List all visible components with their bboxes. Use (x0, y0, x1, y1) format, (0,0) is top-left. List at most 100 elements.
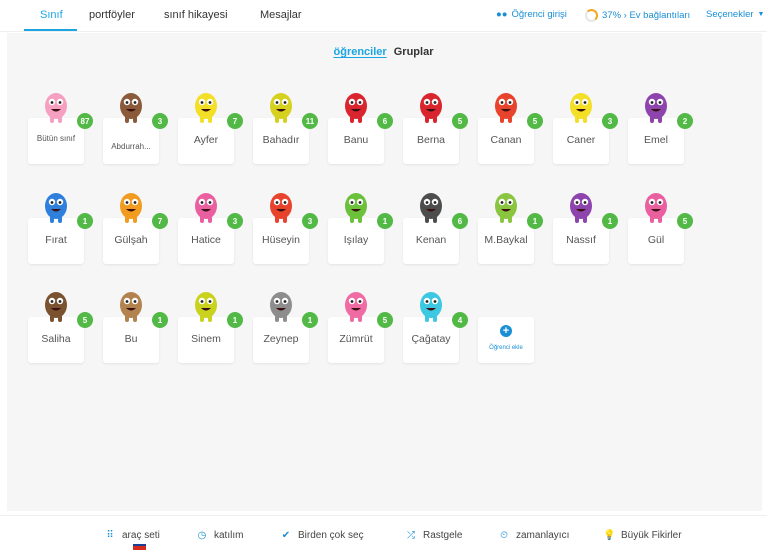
student-card[interactable]: Bütün sınıf (28, 118, 84, 164)
view-subtabs: öğrenciler Gruplar (0, 46, 767, 58)
student-card[interactable]: Emel (628, 118, 684, 164)
points-badge: 1 (152, 312, 168, 328)
student-name: Emel (644, 134, 668, 146)
student-name: Zeynep (263, 333, 299, 345)
top-nav: Sınıf portföyler sınıf hikayesi Mesajlar… (0, 0, 767, 32)
student-card[interactable]: Zümrüt (328, 317, 384, 363)
select-multiple-button[interactable]: ✔ Birden çok seç (280, 530, 364, 541)
monster-avatar-icon (120, 193, 142, 223)
monster-avatar-icon (345, 193, 367, 223)
big-ideas-button[interactable]: 💡 Büyük Fikirler (603, 530, 682, 541)
options-label: Seçenekler (706, 9, 754, 20)
bulb-icon: 💡 (603, 530, 616, 541)
student-name: Berna (416, 134, 446, 146)
student-name: Gül (647, 234, 665, 246)
monster-avatar-icon (195, 93, 217, 123)
grid-icon: ⠿ (106, 530, 114, 541)
tab-messages[interactable]: Mesajlar (260, 9, 302, 21)
student-card[interactable]: Hüseyin (253, 218, 309, 264)
student-name: Abdurrah... (111, 142, 151, 151)
random-button[interactable]: ⤮ Rastgele (405, 530, 462, 541)
student-card[interactable]: Canan (478, 118, 534, 164)
points-badge: 5 (452, 113, 468, 129)
options-dropdown[interactable]: Seçenekler ▼ (706, 9, 764, 20)
student-card[interactable]: Gülşah (103, 218, 159, 264)
home-connections-link[interactable]: 37% › Ev bağlantıları (585, 9, 690, 22)
student-name: Nassıf (566, 234, 596, 246)
add-student-label: Öğrenci ekle (489, 345, 523, 351)
monster-avatar-icon (195, 193, 217, 223)
student-card[interactable]: Zeynep (253, 317, 309, 363)
student-card[interactable]: Işılay (328, 218, 384, 264)
shuffle-icon: ⤮ (407, 530, 415, 541)
students-icon: ●● (496, 9, 508, 20)
student-card[interactable]: Hatice (178, 218, 234, 264)
attendance-label: katılım (214, 530, 244, 541)
student-card[interactable]: Ayfer (178, 118, 234, 164)
student-login-link[interactable]: ●● Öğrenci girişi (496, 9, 567, 20)
student-card[interactable]: Bu (103, 317, 159, 363)
student-name: Bu (124, 333, 138, 345)
bottom-toolbar: ⠿ araç seti ◷ katılım ✔ Birden çok seç ⤮… (0, 515, 767, 550)
flag-icon (133, 544, 146, 550)
tab-class[interactable]: Sınıf (40, 9, 63, 21)
big-ideas-label: Büyük Fikirler (621, 530, 682, 541)
student-card[interactable]: Abdurrah... (103, 118, 159, 164)
clock-icon: ◷ (197, 530, 207, 541)
student-card[interactable]: Berna (403, 118, 459, 164)
select-multiple-label: Birden çok seç (298, 530, 364, 541)
monster-avatar-icon (420, 292, 442, 322)
points-badge: 1 (602, 213, 618, 229)
student-card[interactable]: Banu (328, 118, 384, 164)
tab-class-story[interactable]: sınıf hikayesi (164, 9, 228, 21)
student-login-label: Öğrenci girişi (511, 9, 567, 20)
monster-avatar-icon (645, 93, 667, 123)
monster-avatar-icon (420, 193, 442, 223)
attendance-button[interactable]: ◷ katılım (196, 530, 244, 541)
points-badge: 4 (452, 312, 468, 328)
monster-avatar-icon (45, 93, 67, 123)
student-name: Caner (566, 134, 596, 146)
student-card[interactable]: Çağatay (403, 317, 459, 363)
student-card[interactable]: Sinem (178, 317, 234, 363)
monster-avatar-icon (345, 93, 367, 123)
timer-button[interactable]: ⏲ zamanlayıcı (498, 530, 569, 541)
student-name: Banu (343, 134, 369, 146)
progress-ring-icon (585, 9, 598, 22)
monster-avatar-icon (45, 193, 67, 223)
student-card[interactable]: Saliha (28, 317, 84, 363)
student-name: Saliha (41, 333, 71, 345)
check-icon: ✔ (281, 530, 291, 541)
plus-icon: + (500, 325, 512, 337)
monster-avatar-icon (645, 193, 667, 223)
monster-avatar-icon (420, 93, 442, 123)
student-name: Gülşah (114, 234, 148, 246)
student-name: Hatice (191, 234, 221, 246)
points-badge: 3 (227, 213, 243, 229)
subtab-groups[interactable]: Gruplar (394, 46, 434, 58)
tab-portfolios[interactable]: portföyler (89, 9, 135, 21)
monster-avatar-icon (120, 292, 142, 322)
student-card[interactable]: Kenan (403, 218, 459, 264)
student-card[interactable]: Nassıf (553, 218, 609, 264)
subtab-students[interactable]: öğrenciler (334, 46, 387, 58)
student-card[interactable]: M.Baykal (478, 218, 534, 264)
add-student-button[interactable]: + Öğrenci ekle (478, 317, 534, 363)
student-name: M.Baykal (484, 234, 528, 246)
student-card[interactable]: Caner (553, 118, 609, 164)
monster-avatar-icon (495, 193, 517, 223)
monster-avatar-icon (270, 93, 292, 123)
points-badge: 5 (677, 213, 693, 229)
points-badge: 3 (602, 113, 618, 129)
active-tab-indicator (24, 29, 77, 31)
student-card[interactable]: Gül (628, 218, 684, 264)
points-badge: 11 (302, 113, 318, 129)
student-card[interactable]: Fırat (28, 218, 84, 264)
monster-avatar-icon (45, 292, 67, 322)
points-badge: 5 (77, 312, 93, 328)
monster-avatar-icon (270, 193, 292, 223)
toolkit-button[interactable]: ⠿ araç seti (104, 530, 159, 541)
points-badge: 7 (152, 213, 168, 229)
points-badge: 5 (377, 312, 393, 328)
student-card[interactable]: Bahadır (253, 118, 309, 164)
